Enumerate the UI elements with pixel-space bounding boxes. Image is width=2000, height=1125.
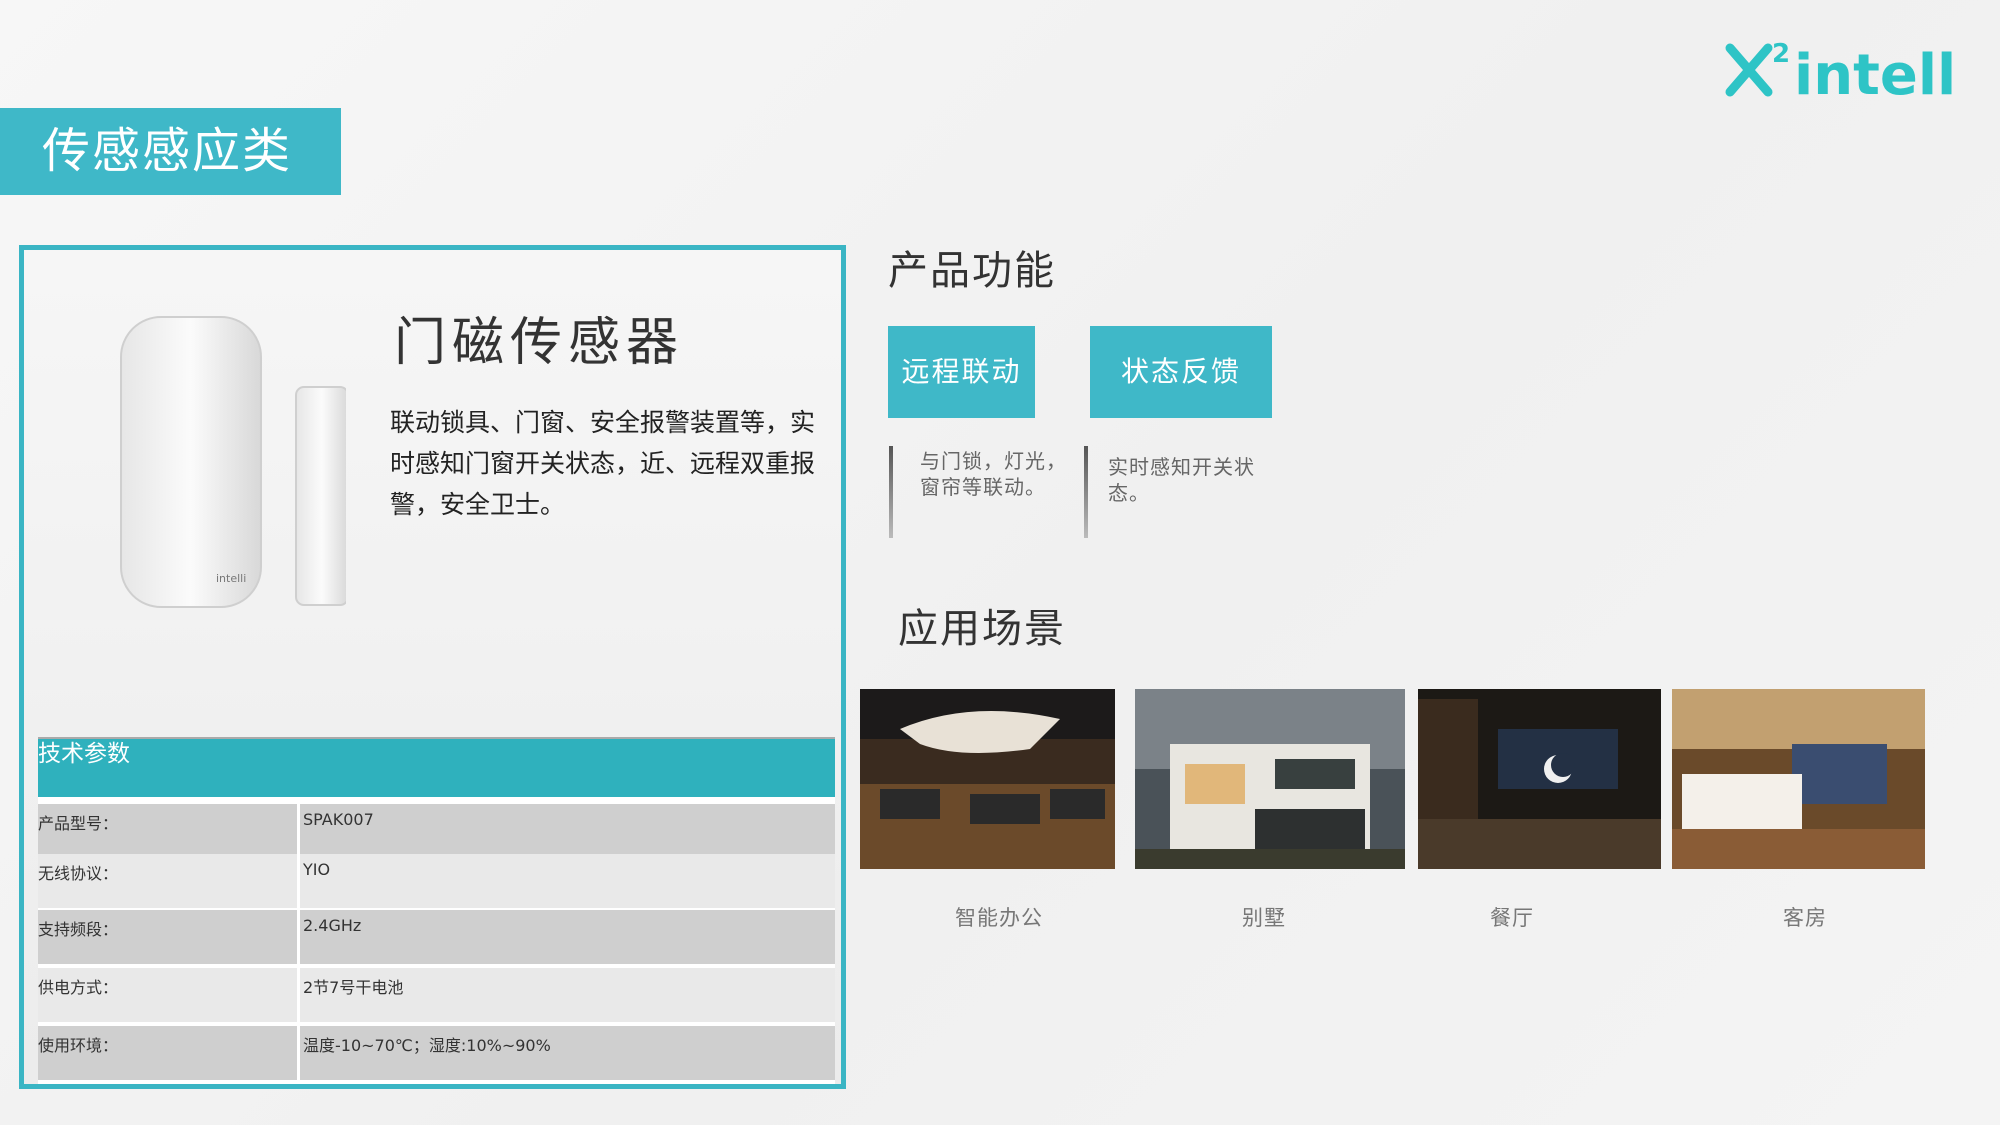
scene-caption: 客房 <box>1783 906 1827 930</box>
spec-value: SPAK007 <box>303 810 374 829</box>
scene-caption: 别墅 <box>1242 906 1286 930</box>
spec-row: 无线协议： YIO <box>38 854 835 912</box>
spec-row: 使用环境： 温度-10~70℃；湿度:10%~90% <box>38 1026 835 1084</box>
spec-label: 使用环境： <box>38 1026 300 1080</box>
spec-row: 供电方式： 2节7号干电池 <box>38 968 835 1026</box>
scene-caption: 餐厅 <box>1490 906 1534 930</box>
x2intelli-logo: 2 intelli <box>1725 39 1952 100</box>
svg-text:2: 2 <box>1772 39 1790 69</box>
spec-label: 支持频段： <box>38 910 300 964</box>
scene-image-office <box>860 689 1115 869</box>
product-card: intelli 门磁传感器 联动锁具、门窗、安全报警装置等，实时感知门窗开关状态… <box>19 245 846 1089</box>
door-sensor-image: intelli <box>120 316 346 608</box>
scenes-heading: 应用场景 <box>898 606 1066 652</box>
spec-table-header: 技术参数 <box>38 737 835 805</box>
spec-label: 供电方式： <box>38 968 300 1022</box>
feature-divider <box>889 446 893 538</box>
feature-description: 实时感知开关状 态。 <box>1108 455 1255 505</box>
spec-value: 2.4GHz <box>303 916 362 935</box>
scene-image-villa <box>1135 689 1405 869</box>
product-name: 门磁传感器 <box>394 313 685 373</box>
scene-image-restaurant <box>1418 689 1661 869</box>
scene-caption: 智能办公 <box>955 906 1043 930</box>
spec-value: 2节7号干电池 <box>303 978 404 997</box>
spec-label: 无线协议： <box>38 854 300 908</box>
feature-remote-linkage: 远程联动 <box>888 326 1035 418</box>
product-description: 联动锁具、门窗、安全报警装置等，实时感知门窗开关状态，近、远程双重报警，安全卫士… <box>390 408 816 519</box>
features-heading: 产品功能 <box>888 248 1056 294</box>
spec-row: 支持频段： 2.4GHz <box>38 910 835 968</box>
spec-value: 温度-10~70℃；湿度:10%~90% <box>303 1036 551 1055</box>
spec-value: YIO <box>303 860 331 879</box>
device-brand-label: intelli <box>216 572 246 585</box>
scene-image-guest-room <box>1672 689 1925 869</box>
feature-divider <box>1084 446 1088 538</box>
svg-text:intelli: intelli <box>1794 43 1952 100</box>
feature-description: 与门锁，灯光， 窗帘等联动。 <box>920 449 1067 499</box>
section-title: 传感感应类 <box>0 108 341 195</box>
spec-label: 产品型号： <box>38 804 300 858</box>
feature-status-feedback: 状态反馈 <box>1090 326 1272 418</box>
